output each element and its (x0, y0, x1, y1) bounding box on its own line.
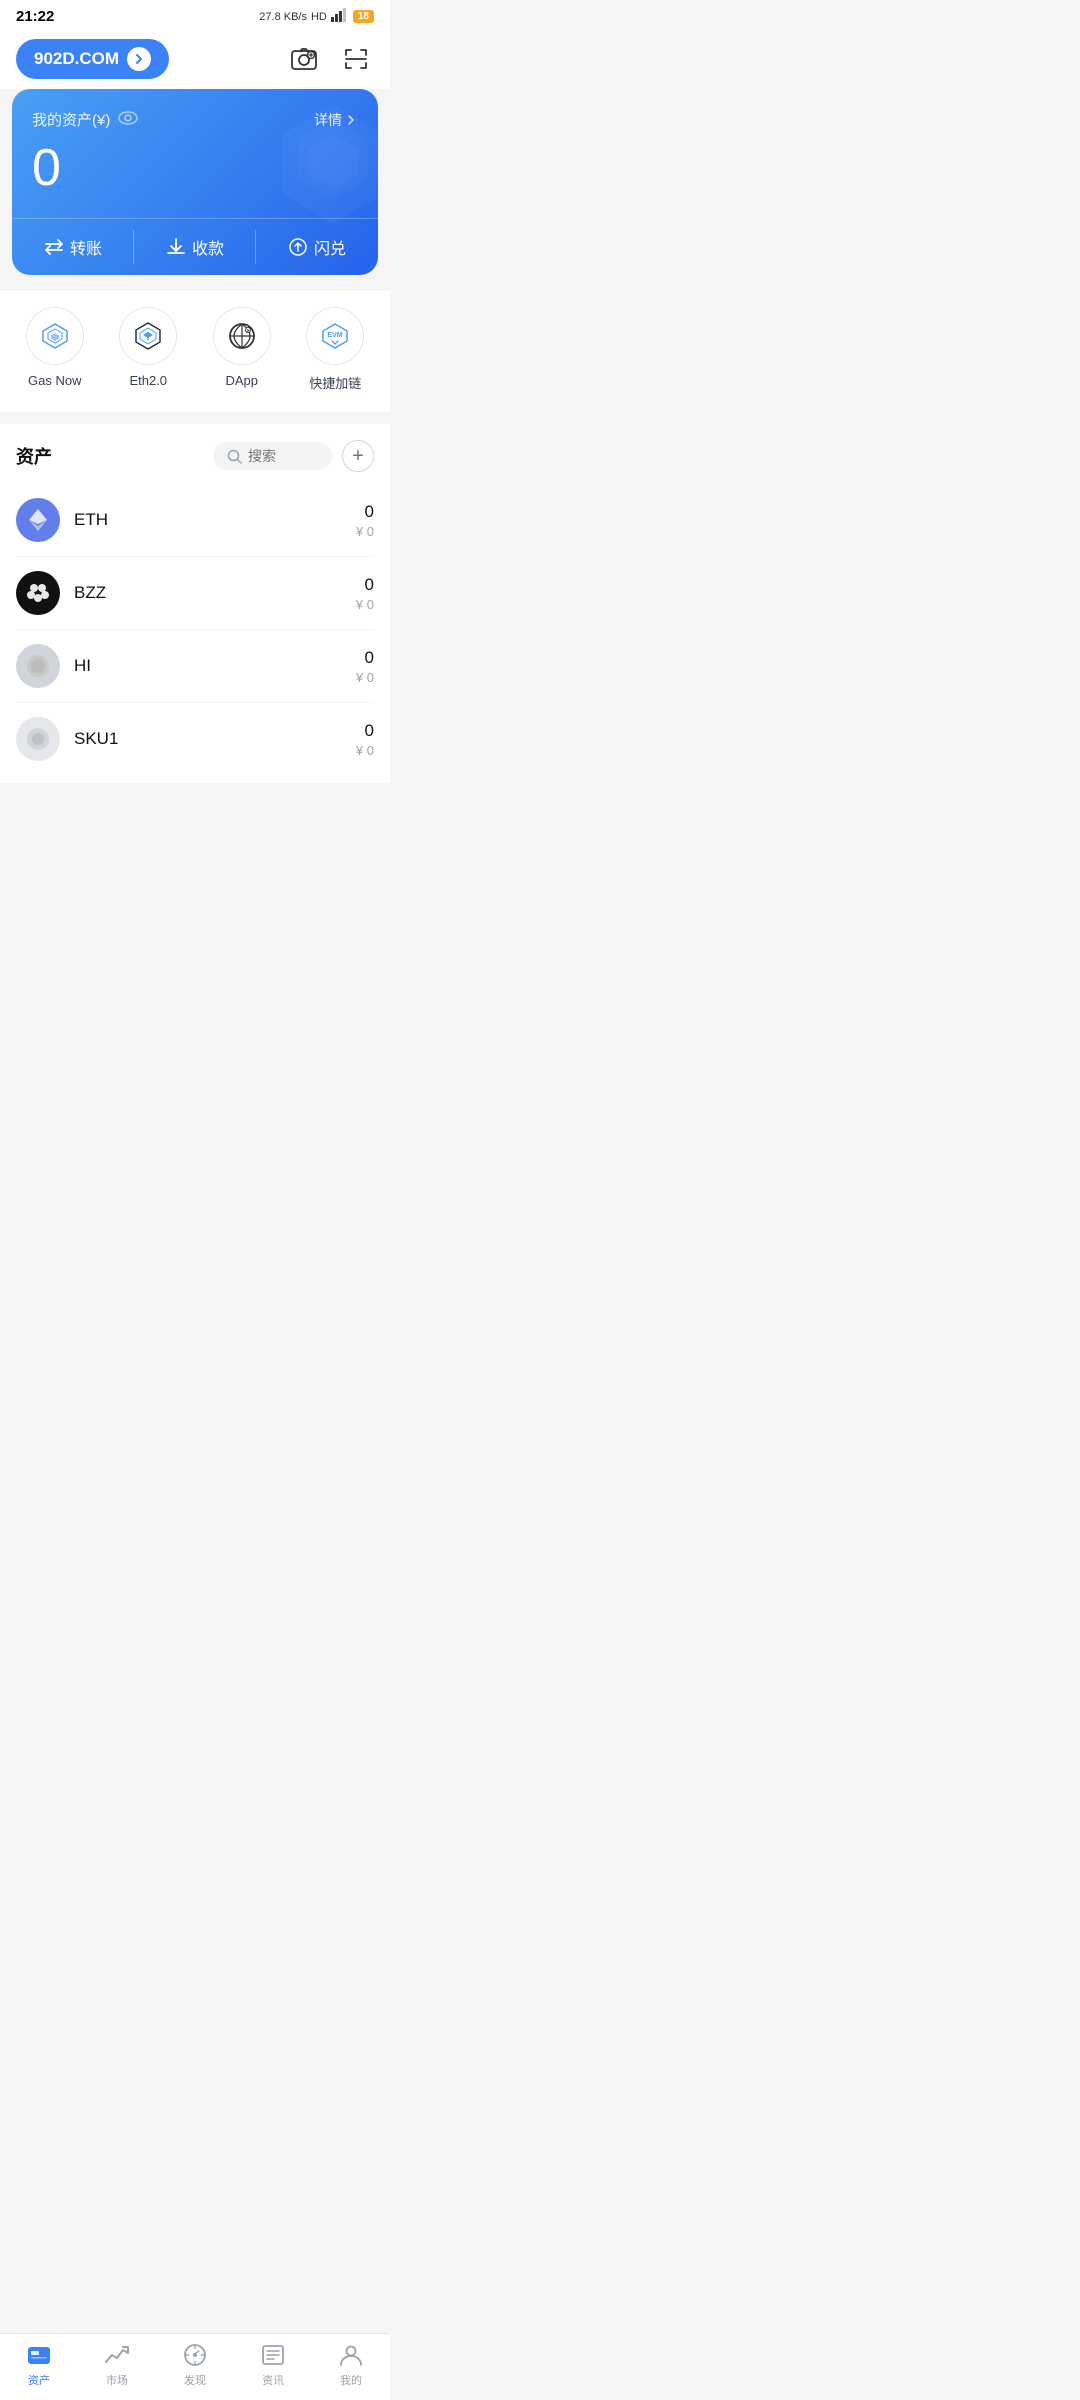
add-chain-label: 快捷加链 (309, 373, 361, 392)
assets-section: 资产 + ETH 0 ¥ 0 (0, 424, 390, 783)
sku1-coin-icon (16, 717, 60, 761)
search-icon (227, 449, 242, 464)
assets-controls: + (213, 440, 374, 472)
quick-item-add-chain[interactable]: EVM 快捷加链 (306, 307, 364, 392)
status-bar: 21:22 27.8 KB/s HD 18 (0, 0, 390, 29)
assets-title: 资产 (16, 443, 52, 469)
discover-tab-label: 发现 (184, 2372, 206, 2388)
card-actions: 转账 收款 闪兑 (12, 218, 378, 275)
bzz-name: BZZ (74, 583, 356, 603)
flash-exchange-button[interactable]: 闪兑 (256, 219, 378, 275)
sku1-cny: ¥ 0 (356, 743, 374, 758)
bzz-cny: ¥ 0 (356, 597, 374, 612)
gas-now-icon (26, 307, 84, 365)
market-tab-icon (104, 2342, 130, 2368)
hi-cny: ¥ 0 (356, 670, 374, 685)
receive-button[interactable]: 收款 (134, 219, 256, 275)
asset-row-bzz[interactable]: BZZ 0 ¥ 0 (16, 557, 374, 630)
asset-row-sku1[interactable]: SKU1 0 ¥ 0 (16, 703, 374, 775)
discover-tab-icon (182, 2342, 208, 2368)
eth2-label: Eth2.0 (129, 373, 167, 388)
tab-discover[interactable]: 发现 (156, 2342, 234, 2388)
add-chain-icon: EVM (306, 307, 364, 365)
eth-name: ETH (74, 510, 356, 530)
asset-row-hi[interactable]: HI 0 ¥ 0 (16, 630, 374, 703)
top-nav: 902D.COM (0, 29, 390, 89)
bzz-values: 0 ¥ 0 (356, 575, 374, 612)
status-icons: 27.8 KB/s HD 18 (259, 8, 374, 25)
add-asset-button[interactable]: + (342, 440, 374, 472)
quick-item-gas-now[interactable]: Gas Now (26, 307, 84, 392)
mine-tab-label: 我的 (340, 2372, 362, 2388)
svg-text:EVM: EVM (328, 332, 343, 339)
battery-indicator: 18 (353, 10, 374, 23)
sku1-amount: 0 (356, 721, 374, 741)
news-tab-icon (260, 2342, 286, 2368)
detail-link[interactable]: 详情 (314, 110, 358, 130)
market-tab-label: 市场 (106, 2372, 128, 2388)
speed-indicator: 27.8 KB/s (259, 11, 307, 23)
eth-amount: 0 (356, 502, 374, 522)
camera-add-button[interactable] (286, 41, 322, 77)
bzz-coin-icon (16, 571, 60, 615)
transfer-button[interactable]: 转账 (12, 219, 134, 275)
signal-icon (331, 8, 349, 25)
gas-now-label: Gas Now (28, 373, 81, 388)
hi-name: HI (74, 656, 356, 676)
bzz-amount: 0 (356, 575, 374, 595)
quick-item-eth2[interactable]: Eth2.0 (119, 307, 177, 392)
tab-bar: 资产 市场 发现 (0, 2333, 390, 2400)
asset-row-eth[interactable]: ETH 0 ¥ 0 (16, 484, 374, 557)
eth2-icon (119, 307, 177, 365)
mine-tab-icon (338, 2342, 364, 2368)
asset-list: ETH 0 ¥ 0 BZZ 0 ¥ 0 (16, 484, 374, 783)
tab-assets[interactable]: 资产 (0, 2342, 78, 2388)
assets-header: 资产 + (16, 424, 374, 484)
news-tab-label: 资讯 (262, 2372, 284, 2388)
dapp-icon (213, 307, 271, 365)
hi-coin-icon (16, 644, 60, 688)
assets-tab-icon (26, 2342, 52, 2368)
domain-label: 902D.COM (34, 49, 119, 69)
tab-mine[interactable]: 我的 (312, 2342, 390, 2388)
bottom-spacer (0, 783, 390, 863)
search-box[interactable] (213, 442, 332, 470)
assets-tab-label: 资产 (28, 2372, 50, 2388)
domain-badge[interactable]: 902D.COM (16, 39, 169, 79)
eth-coin-icon (16, 498, 60, 542)
quick-item-dapp[interactable]: DApp (213, 307, 271, 392)
domain-arrow (127, 47, 151, 71)
sku1-values: 0 ¥ 0 (356, 721, 374, 758)
hd-badge: HD (311, 11, 327, 23)
eth-values: 0 ¥ 0 (356, 502, 374, 539)
hi-values: 0 ¥ 0 (356, 648, 374, 685)
search-input[interactable] (248, 448, 318, 464)
sku1-name: SKU1 (74, 729, 356, 749)
nav-icons (286, 41, 374, 77)
tab-news[interactable]: 资讯 (234, 2342, 312, 2388)
status-time: 21:22 (16, 8, 54, 25)
eth-cny: ¥ 0 (356, 524, 374, 539)
asset-label: 我的资产(¥) (32, 109, 138, 130)
scan-button[interactable] (338, 41, 374, 77)
asset-card: 我的资产(¥) 详情 0 转账 (12, 89, 378, 275)
hi-amount: 0 (356, 648, 374, 668)
quick-access: Gas Now Eth2.0 DApp (0, 291, 390, 412)
eye-icon[interactable] (118, 111, 138, 129)
dapp-label: DApp (225, 373, 258, 388)
tab-market[interactable]: 市场 (78, 2342, 156, 2388)
